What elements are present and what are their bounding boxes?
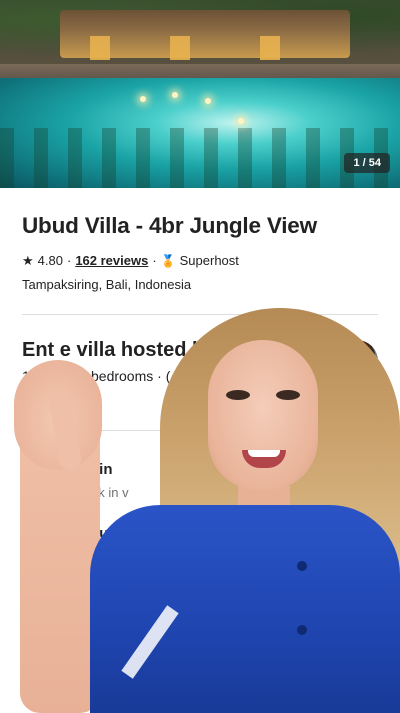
host-section: Ent e villa hosted l 11 gu s · 4 bedroom… xyxy=(22,336,380,408)
superhost-label: Superhost xyxy=(179,253,239,268)
host-details-line: 11 gu s · 4 bedrooms · ( xyxy=(22,368,171,384)
listing-header: Ubud Villa - 4br Jungle View ★ 4.80 · 16… xyxy=(22,210,382,294)
superhost-badge-icon: ★ xyxy=(364,368,380,384)
medal-icon: ♖ xyxy=(22,526,39,546)
photo-pool-light xyxy=(238,118,244,124)
photo-villa-window xyxy=(170,36,190,60)
host-title: Ent e villa hosted l xyxy=(22,339,198,361)
meta-separator: · xyxy=(152,253,157,268)
photo-villa-building xyxy=(60,10,350,60)
rating-value: 4.80 xyxy=(37,253,63,268)
host-details-line: 4 oms xyxy=(22,390,61,406)
highlight-title: heck-in xyxy=(60,461,113,478)
highlight-desc: n check in v xyxy=(60,485,129,500)
shirt-trim xyxy=(121,605,179,679)
highlight-desc: erhosts a ommit sts. xyxy=(60,548,360,602)
door-icon: ⌂ xyxy=(22,462,33,482)
meta-separator: · xyxy=(66,253,72,268)
highlight-title: is a Supe xyxy=(60,525,126,542)
listing-title: Ubud Villa - 4br Jungle View xyxy=(22,213,317,238)
highlight-checkin: ⌂ heck-in n check in v xyxy=(22,460,362,510)
shirt-button xyxy=(297,625,307,635)
highlight-desc-line: sts. xyxy=(60,585,81,600)
photo-pool-light xyxy=(205,98,211,104)
photo-palm-reflection xyxy=(0,128,400,188)
host-avatar[interactable]: ★ xyxy=(336,340,380,384)
section-divider xyxy=(22,314,378,315)
photo-pool-light xyxy=(172,92,178,98)
presenter-teeth xyxy=(248,450,280,457)
photo-pool-light xyxy=(140,96,146,102)
highlight-superhost: ♖ is a Supe erhosts a ommit sts. xyxy=(22,524,362,604)
superhost-medal-icon: 🏅 xyxy=(160,254,176,268)
photo-villa-window xyxy=(90,36,110,60)
reviews-link[interactable]: 162 reviews xyxy=(75,252,148,270)
listing-location: Tampaksiring, Bali, Indonesia xyxy=(22,277,192,292)
photo-counter-badge: 1 / 54 xyxy=(344,153,390,173)
photo-villa-window xyxy=(260,36,280,60)
highlight-desc-line: ommit xyxy=(60,567,96,582)
listing-photo[interactable]: 1 / 54 xyxy=(0,0,400,188)
star-icon: ★ xyxy=(22,253,34,268)
highlight-desc-line: erhosts a xyxy=(60,549,114,564)
listing-meta-row: ★ 4.80 · 162 reviews · 🏅 Superhost xyxy=(22,252,382,270)
section-divider xyxy=(22,430,378,431)
